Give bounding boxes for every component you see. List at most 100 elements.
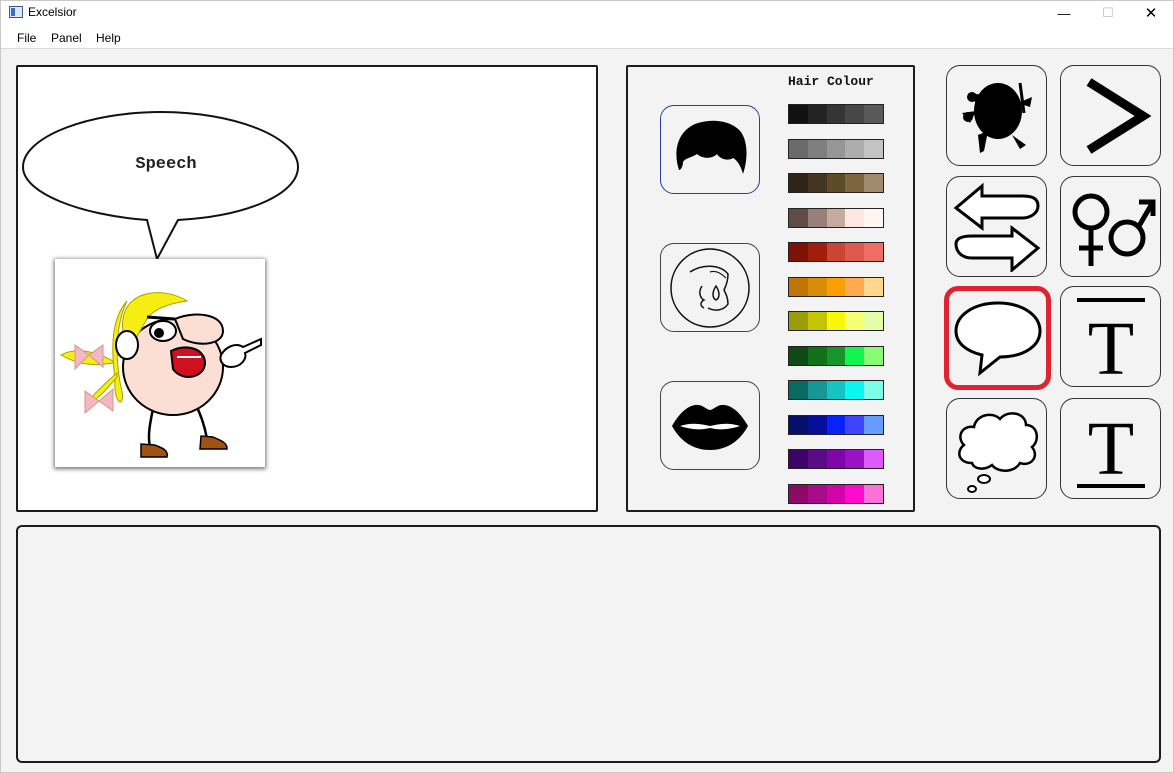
hair-colour-swatch[interactable] <box>807 415 827 434</box>
hair-colour-swatch[interactable] <box>826 381 846 399</box>
hair-colour-swatch-row[interactable] <box>788 449 884 469</box>
face-button[interactable] <box>660 243 760 332</box>
hair-colour-swatch[interactable] <box>826 450 846 468</box>
hair-colour-swatch[interactable] <box>845 139 865 158</box>
hair-colour-swatch[interactable] <box>789 208 808 227</box>
hair-colour-swatch-row[interactable] <box>788 380 884 400</box>
hair-colour-swatch-row[interactable] <box>788 345 884 366</box>
hair-colour-swatch[interactable] <box>807 105 827 123</box>
hair-colour-swatch[interactable] <box>864 208 883 227</box>
hair-colour-swatch[interactable] <box>826 105 846 123</box>
hair-colour-swatch[interactable] <box>826 208 846 227</box>
hair-colour-swatch[interactable] <box>789 174 808 192</box>
hair-colour-swatch[interactable] <box>807 312 827 330</box>
close-button[interactable]: ✕ <box>1128 1 1174 25</box>
character-select-button[interactable] <box>946 65 1047 166</box>
swap-direction-button[interactable] <box>946 176 1047 277</box>
hair-colour-swatch[interactable] <box>845 277 865 296</box>
swap-arrows-icon <box>953 182 1040 272</box>
character-silhouette-icon <box>961 82 1032 153</box>
hair-colour-swatch[interactable] <box>864 450 883 468</box>
hair-colour-swatch[interactable] <box>845 484 865 503</box>
speech-bubble[interactable] <box>20 109 302 264</box>
hair-colour-swatch[interactable] <box>826 312 846 330</box>
hair-colour-swatch-row[interactable] <box>788 414 884 435</box>
hair-colour-swatch[interactable] <box>845 381 865 399</box>
hair-colour-swatch-row[interactable] <box>788 173 884 193</box>
hair-colour-swatch[interactable] <box>864 105 883 123</box>
hair-colour-swatch[interactable] <box>789 243 808 261</box>
hair-colour-swatch-row[interactable] <box>788 104 884 124</box>
lips-button[interactable] <box>660 381 760 470</box>
hair-colour-swatch[interactable] <box>826 346 846 365</box>
hair-colour-swatch-row[interactable] <box>788 311 884 331</box>
maximize-button[interactable]: ☐ <box>1085 1 1131 25</box>
hair-colour-swatch[interactable] <box>845 346 865 365</box>
hair-colour-swatch[interactable] <box>864 415 883 434</box>
hair-colour-swatch[interactable] <box>789 277 808 296</box>
speech-bubble-button[interactable] <box>944 286 1051 390</box>
hair-colour-swatch-row[interactable] <box>788 242 884 262</box>
hair-icon <box>676 120 747 174</box>
hair-colour-swatch[interactable] <box>807 450 827 468</box>
hair-colour-swatch-row[interactable] <box>788 207 884 228</box>
hair-colour-swatch[interactable] <box>789 381 808 399</box>
hair-colour-swatch[interactable] <box>789 415 808 434</box>
hair-colour-swatch[interactable] <box>845 105 865 123</box>
hair-colour-swatch[interactable] <box>807 243 827 261</box>
gender-toggle-button[interactable] <box>1060 176 1161 277</box>
hair-style-button[interactable] <box>660 105 760 194</box>
hair-colour-swatch[interactable] <box>826 139 846 158</box>
hair-colour-swatch[interactable] <box>807 208 827 227</box>
hair-colour-swatch[interactable] <box>864 484 883 503</box>
menu-help[interactable]: Help <box>96 31 121 45</box>
character-figure[interactable] <box>55 259 265 467</box>
hair-colour-swatch[interactable] <box>864 139 883 158</box>
hair-colour-swatch[interactable] <box>864 174 883 192</box>
overline-text-button[interactable]: T <box>1060 286 1161 387</box>
hair-colour-swatch[interactable] <box>864 381 883 399</box>
hair-colour-swatch[interactable] <box>826 415 846 434</box>
hair-colour-swatch[interactable] <box>789 105 808 123</box>
hair-colour-swatch[interactable] <box>807 277 827 296</box>
hair-colour-swatch[interactable] <box>845 415 865 434</box>
hair-colour-swatch[interactable] <box>807 174 827 192</box>
text-overline-icon: T <box>1076 297 1145 380</box>
hair-colour-swatch[interactable] <box>845 208 865 227</box>
hair-colour-swatch-row[interactable] <box>788 138 884 159</box>
hair-colour-swatch[interactable] <box>826 174 846 192</box>
hair-colour-swatch[interactable] <box>807 381 827 399</box>
hair-colour-swatch[interactable] <box>826 277 846 296</box>
hair-colour-swatch[interactable] <box>864 312 883 330</box>
lips-icon <box>672 404 748 450</box>
underline-text-button[interactable]: T <box>1060 398 1161 499</box>
customise-panel: Hair Colour <box>626 65 915 512</box>
hair-colour-swatch[interactable] <box>807 484 827 503</box>
thought-bubble-button[interactable] <box>946 398 1047 499</box>
hair-colour-swatch[interactable] <box>864 277 883 296</box>
hair-colour-swatch[interactable] <box>789 312 808 330</box>
next-button[interactable] <box>1060 65 1161 166</box>
hair-colour-swatch[interactable] <box>789 139 808 158</box>
hair-colour-swatch-row[interactable] <box>788 483 884 504</box>
hair-colour-swatch[interactable] <box>789 450 808 468</box>
hair-colour-swatch[interactable] <box>789 346 808 365</box>
minimize-button[interactable]: — <box>1041 1 1087 25</box>
svg-text:T: T <box>1087 407 1133 491</box>
speech-bubble-text[interactable]: Speech <box>20 155 312 174</box>
hair-colour-swatch[interactable] <box>807 346 827 365</box>
hair-colour-swatch[interactable] <box>807 139 827 158</box>
hair-colour-swatch[interactable] <box>845 450 865 468</box>
hair-colour-swatch[interactable] <box>826 484 846 503</box>
menu-panel[interactable]: Panel <box>51 31 82 45</box>
hair-colour-swatch[interactable] <box>845 312 865 330</box>
hair-colour-swatch[interactable] <box>864 346 883 365</box>
comic-panel-canvas[interactable]: Speech <box>16 65 598 512</box>
hair-colour-swatch[interactable] <box>864 243 883 261</box>
hair-colour-swatch-row[interactable] <box>788 276 884 297</box>
hair-colour-swatch[interactable] <box>789 484 808 503</box>
hair-colour-swatch[interactable] <box>845 174 865 192</box>
menu-file[interactable]: File <box>17 31 36 45</box>
hair-colour-swatch[interactable] <box>826 243 846 261</box>
hair-colour-swatch[interactable] <box>845 243 865 261</box>
